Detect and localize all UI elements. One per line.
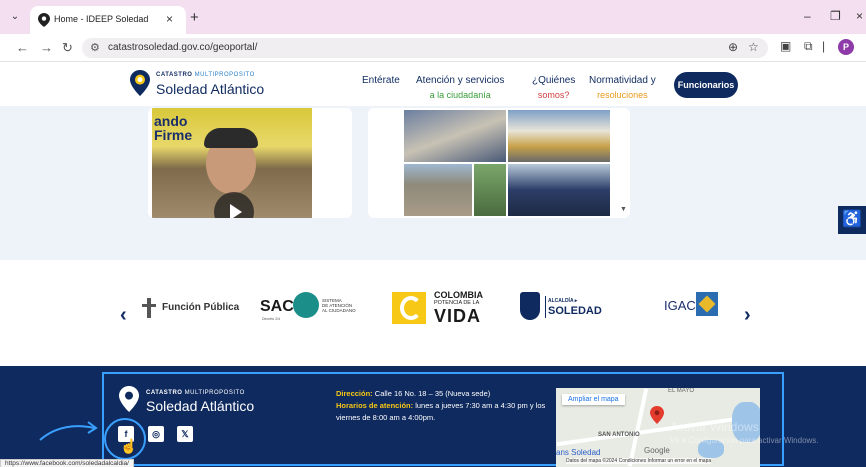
zoom-icon[interactable]: ⊕ — [728, 40, 738, 54]
footer-logo-pin-icon — [119, 386, 139, 412]
sac-description: SISTEMA DE ATENCIÓN AL CIUDADANO — [322, 298, 356, 313]
new-tab-icon[interactable]: + — [190, 9, 199, 26]
carousel-prev-icon[interactable]: ‹ — [120, 304, 127, 327]
sac-icon — [293, 292, 319, 318]
logo-pin-icon — [130, 70, 150, 96]
reload-icon[interactable]: ↻ — [62, 40, 73, 56]
minimize-icon[interactable]: – — [804, 9, 811, 23]
carousel-next-icon[interactable]: › — [744, 304, 751, 327]
windows-activation-watermark: Activar Windows — [670, 420, 759, 434]
hours-label: Horarios de atención: — [336, 401, 414, 410]
map-marker-icon[interactable] — [650, 406, 664, 424]
gallery-photo — [474, 164, 506, 216]
nav-atencion[interactable]: Atención y servicios a la ciudadanía — [416, 74, 504, 102]
photo-gallery[interactable]: ▼ — [368, 108, 630, 218]
close-window-icon[interactable]: × — [856, 9, 863, 23]
video-thumbnail: ando Firme — [152, 108, 312, 218]
sac-logo[interactable]: SAC — [260, 298, 294, 316]
logo-title: Soledad Atlántico — [156, 81, 265, 97]
gallery-photo — [508, 164, 610, 216]
annotation-arrow-icon — [39, 421, 98, 441]
site-settings-icon[interactable]: ⚙ — [90, 41, 100, 54]
play-icon[interactable] — [214, 192, 254, 218]
footer-logo-tagline: CATASTRO MULTIPROPOSITO — [146, 390, 245, 396]
expand-map-button[interactable]: Ampliar el mapa — [562, 394, 625, 405]
cast-icon[interactable]: ▣ — [780, 39, 791, 53]
alcaldia-shield-icon — [520, 292, 540, 320]
nav-quienes-somos[interactable]: ¿Quiénes somos? — [532, 74, 575, 102]
map-attribution[interactable]: Datos del mapa ©2024 Condiciones Informa… — [566, 458, 712, 464]
video-card[interactable]: ando Firme — [148, 108, 352, 218]
close-tab-icon[interactable]: × — [166, 12, 173, 26]
site-logo[interactable]: CATASTRO MULTIPROPOSITO Soledad Atlántic… — [130, 68, 280, 100]
igac-logo[interactable]: IGAC — [664, 298, 696, 313]
video-person-hat — [204, 128, 258, 148]
tab-search-icon[interactable]: ⌄ — [8, 10, 22, 24]
logo-tagline: CATASTRO MULTIPROPOSITO — [156, 72, 255, 78]
browser-tab-bar: ⌄ Home - IDEEP Soledad × + – ❐ × — [0, 0, 866, 34]
forward-icon[interactable]: → — [40, 40, 53, 55]
gallery-photo — [404, 164, 472, 216]
map-label-soledad: ans Soledad — [556, 448, 601, 457]
alcaldia-label: ALCALDÍA ▸ — [548, 298, 578, 304]
colombia-logo-vida: VIDA — [434, 306, 482, 326]
gallery-photo — [404, 110, 506, 162]
address-bar: ← → ↻ ⚙ catastrosoledad.gov.co/geoportal… — [0, 34, 866, 62]
footer-contact: Dirección: Calle 16 No. 18 – 35 (Nueva s… — [336, 388, 548, 424]
divider-icon: | — [822, 39, 826, 53]
browser-tab[interactable]: Home - IDEEP Soledad × — [30, 6, 186, 34]
tab-title: Home - IDEEP Soledad — [54, 14, 149, 24]
funcion-publica-icon — [142, 298, 156, 318]
nav-normatividad[interactable]: Normatividad y resoluciones — [589, 74, 656, 102]
colombia-logo-arc — [400, 296, 422, 320]
google-logo: Google — [644, 446, 670, 455]
video-banner-text: ando Firme — [154, 113, 193, 143]
windows-activation-subtext: Ve a Configuración para activar Windows. — [670, 436, 819, 445]
colombia-logo-title[interactable]: COLOMBIA — [434, 290, 483, 300]
bookmark-star-icon[interactable]: ☆ — [748, 40, 759, 54]
url-text[interactable]: catastrosoledad.gov.co/geoportal/ — [108, 42, 257, 53]
location-pin-icon — [38, 13, 50, 27]
nav-enterate[interactable]: Entérate — [362, 74, 400, 88]
map-label-san-antonio: SAN ANTONIO — [598, 432, 640, 438]
alcaldia-soledad-logo[interactable]: SOLEDAD — [548, 305, 602, 317]
sac-subtitle: Decreto 2/4 — [262, 317, 281, 321]
gallery-photo — [508, 110, 610, 162]
url-bar[interactable]: ⚙ catastrosoledad.gov.co/geoportal/ ⊕ ☆ — [82, 38, 768, 58]
hand-cursor-icon: ☝ — [120, 438, 138, 454]
extensions-icon[interactable]: ⧉ — [804, 39, 813, 54]
funcionarios-button[interactable]: Funcionarios — [674, 72, 738, 98]
back-icon[interactable]: ← — [16, 40, 29, 55]
funcion-publica-logo[interactable]: Función Pública — [162, 302, 239, 313]
accessibility-icon[interactable]: ♿ — [838, 206, 866, 234]
alcaldia-divider — [545, 296, 546, 318]
address-text: Calle 16 No. 18 – 35 (Nueva sede) — [374, 389, 491, 398]
footer-logo-title: Soledad Atlántico — [146, 398, 255, 414]
x-twitter-icon[interactable]: 𝕏 — [177, 426, 193, 442]
site-header: CATASTRO MULTIPROPOSITO Soledad Atlántic… — [0, 62, 866, 106]
profile-avatar[interactable]: P — [838, 39, 854, 55]
map-label-top: EL MAYO — [668, 388, 695, 394]
address-label: Dirección: — [336, 389, 373, 398]
gallery-scroll-icon[interactable]: ▼ — [620, 206, 627, 213]
partner-logos: ‹ › Función Pública SAC SISTEMA DE ATENC… — [0, 262, 866, 366]
restore-icon[interactable]: ❐ — [830, 9, 841, 23]
status-bar-url: https://www.facebook.com/soledadalcaldia… — [0, 459, 134, 467]
instagram-icon[interactable]: ◎ — [148, 426, 164, 442]
